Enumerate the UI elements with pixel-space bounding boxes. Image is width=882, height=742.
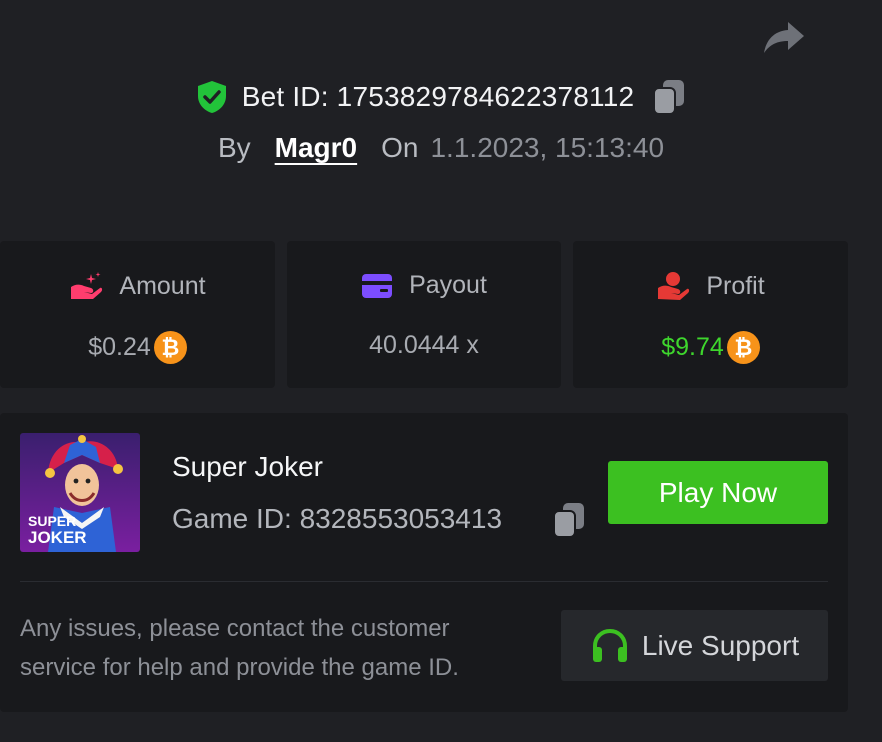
thumb-text-super: SUPER (28, 513, 76, 529)
amount-card: Amount $0.24 ₿ (0, 241, 275, 388)
play-now-button[interactable]: Play Now (608, 461, 828, 524)
bet-id: Bet ID: 1753829784622378112 (241, 81, 635, 112)
payout-value: 40.0444 x (369, 331, 479, 359)
help-text: Any issues, please contact the customer … (20, 615, 459, 681)
payout-card: Payout 40.0444 x (287, 241, 561, 388)
bet-datetime: 1.1.2023, 15:13:40 (430, 132, 665, 163)
copy-bet-id-icon[interactable] (652, 78, 686, 116)
shield-check-icon (197, 81, 226, 113)
game-id: Game ID: 8328553053413 (172, 503, 503, 534)
divider (20, 581, 828, 582)
share-icon (764, 22, 804, 53)
live-support-button[interactable]: Live Support (561, 610, 828, 681)
bitcoin-icon: ₿ (153, 331, 187, 364)
joker-artwork: SUPER JOKER (20, 433, 140, 552)
on-label: On (381, 132, 419, 163)
profit-value: $9.74 (661, 333, 724, 361)
bet-header: Bet ID: 1753829784622378112 (0, 78, 882, 116)
card-icon (362, 273, 393, 298)
thumb-text-joker: JOKER (28, 528, 87, 547)
headset-icon (592, 628, 627, 662)
game-card: SUPER JOKER Super Joker Game ID: 8328553… (0, 413, 848, 712)
amount-label: Amount (119, 271, 206, 300)
profit-card: Profit $9.74 ₿ (573, 241, 848, 388)
game-thumbnail[interactable]: SUPER JOKER (20, 433, 140, 552)
bet-byline: By Magr0 On 1.1.2023, 15:13:40 (0, 132, 882, 164)
profit-label: Profit (706, 271, 765, 300)
hand-sparkle-icon (71, 272, 103, 299)
live-support-label: Live Support (641, 629, 800, 661)
username-link[interactable]: Magr0 (275, 132, 357, 164)
by-label: By (217, 132, 251, 163)
amount-value: $0.24 (88, 333, 151, 361)
hand-coin-icon (658, 272, 690, 300)
share-button[interactable] (762, 18, 806, 58)
payout-label: Payout (409, 271, 487, 299)
copy-game-id-icon[interactable] (552, 501, 586, 539)
bitcoin-icon: ₿ (726, 331, 760, 364)
game-name: Super Joker (172, 451, 323, 482)
